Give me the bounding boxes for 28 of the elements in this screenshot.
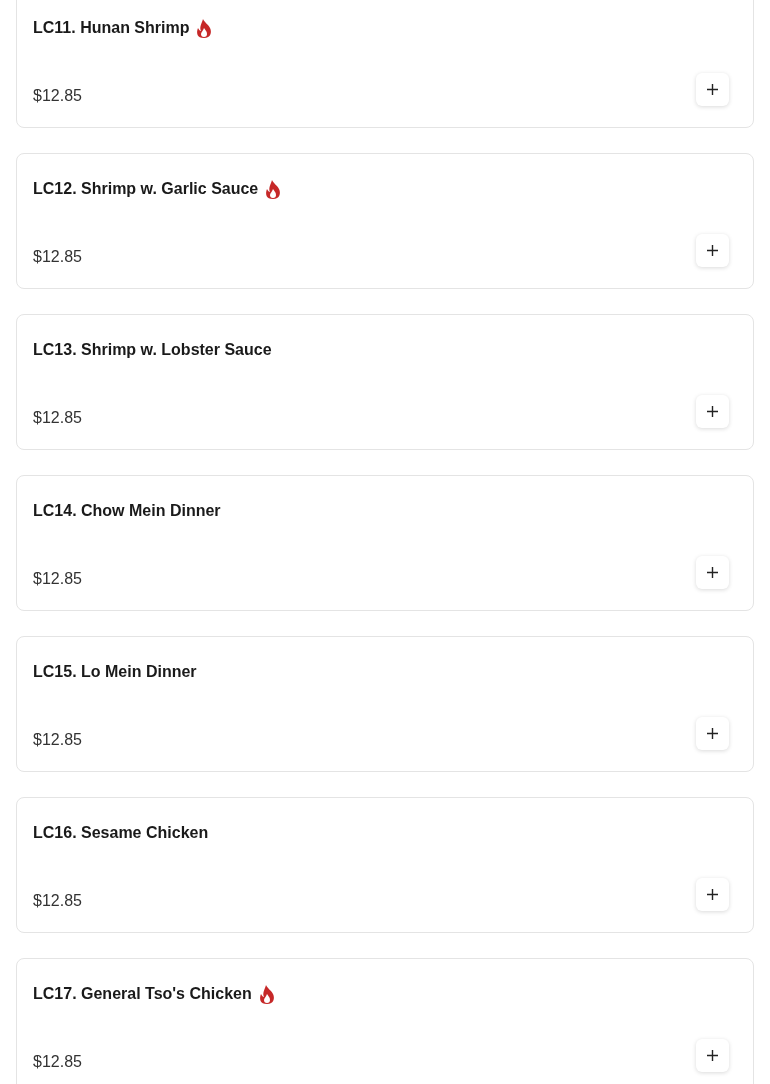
item-price: $12.85 bbox=[33, 569, 82, 589]
add-button[interactable] bbox=[696, 395, 729, 428]
item-name: LC12. Shrimp w. Garlic Sauce bbox=[33, 180, 259, 198]
add-button[interactable] bbox=[696, 878, 729, 911]
item-name: LC11. Hunan Shrimp bbox=[33, 19, 190, 37]
plus-icon bbox=[707, 567, 718, 578]
item-price: $12.85 bbox=[33, 730, 82, 750]
plus-icon bbox=[707, 889, 718, 900]
add-button[interactable] bbox=[696, 73, 729, 106]
item-price: $12.85 bbox=[33, 86, 82, 106]
item-name: LC16. Sesame Chicken bbox=[33, 824, 209, 842]
add-button[interactable] bbox=[696, 1039, 729, 1072]
plus-icon bbox=[707, 84, 718, 95]
plus-icon bbox=[707, 245, 718, 256]
plus-icon bbox=[707, 1050, 718, 1061]
add-button[interactable] bbox=[696, 234, 729, 267]
item-price: $12.85 bbox=[33, 247, 82, 267]
plus-icon bbox=[707, 406, 718, 417]
add-button[interactable] bbox=[696, 556, 729, 589]
item-price: $12.85 bbox=[33, 1052, 82, 1072]
item-price: $12.85 bbox=[33, 891, 82, 911]
add-button[interactable] bbox=[696, 717, 729, 750]
item-name: LC15. Lo Mein Dinner bbox=[33, 663, 197, 681]
item-price: $12.85 bbox=[33, 408, 82, 428]
item-name: LC14. Chow Mein Dinner bbox=[33, 502, 221, 520]
item-name: LC13. Shrimp w. Lobster Sauce bbox=[33, 341, 272, 359]
item-name: LC17. General Tso's Chicken bbox=[33, 985, 252, 1003]
plus-icon bbox=[707, 728, 718, 739]
